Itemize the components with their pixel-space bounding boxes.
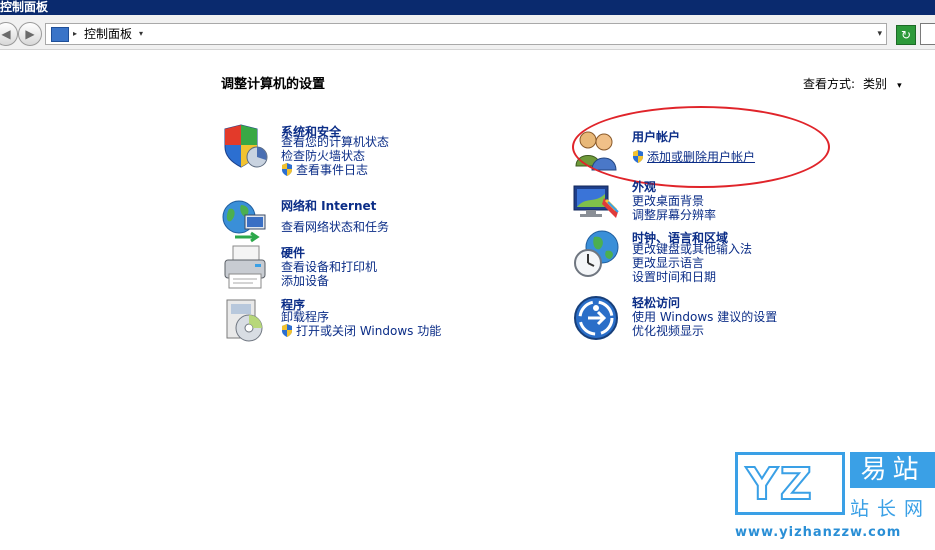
category-appearance: 外观 更改桌面背景 调整屏幕分辨率: [572, 178, 822, 224]
link-add-device[interactable]: 添加设备: [281, 274, 329, 288]
category-title-ease-of-access[interactable]: 轻松访问: [632, 294, 680, 311]
link-view-network-status[interactable]: 查看网络状态和任务: [281, 220, 389, 234]
control-panel-icon: [51, 27, 69, 42]
appearance-icon[interactable]: [572, 178, 620, 226]
link-view-event-logs[interactable]: 查看事件日志: [281, 163, 368, 177]
hardware-printer-icon[interactable]: [221, 244, 269, 292]
link-optimize-visual-display[interactable]: 优化视频显示: [632, 324, 704, 338]
programs-icon[interactable]: [221, 296, 269, 344]
breadcrumb-dropdown-icon[interactable]: ▾: [139, 24, 143, 44]
forward-button[interactable]: ▶: [18, 22, 42, 46]
watermark-cn-top: 易站: [850, 452, 935, 488]
category-title-appearance[interactable]: 外观: [632, 178, 656, 195]
uac-shield-icon: [282, 163, 292, 176]
link-view-event-logs-label: 查看事件日志: [296, 163, 369, 177]
clock-language-icon[interactable]: [572, 229, 620, 277]
view-by-control[interactable]: 查看方式: 类别 ▾: [803, 75, 902, 92]
address-field[interactable]: ▸ 控制面板 ▾ ▾: [45, 23, 887, 45]
category-ease-of-access: 轻松访问 使用 Windows 建议的设置 优化视频显示: [572, 294, 822, 342]
address-bar: ◀ ▶ ▸ 控制面板 ▾ ▾ ↻: [0, 15, 935, 50]
highlight-ellipse-annotation: [572, 106, 830, 188]
link-change-display-language[interactable]: 更改显示语言: [632, 256, 704, 270]
window-title: 控制面板: [0, 0, 49, 14]
back-button[interactable]: ◀: [0, 22, 18, 46]
forward-arrow-icon: ▶: [25, 27, 35, 41]
uac-shield-icon: [282, 324, 292, 337]
link-change-keyboards-input[interactable]: 更改键盘或其他输入法: [632, 242, 752, 256]
category-network-internet: 网络和 Internet 查看网络状态和任务: [221, 197, 471, 243]
category-hardware: 硬件 查看设备和打印机 添加设备: [221, 244, 471, 294]
search-input[interactable]: [920, 23, 935, 45]
breadcrumb-control-panel[interactable]: 控制面板: [84, 24, 132, 44]
link-adjust-screen-resolution[interactable]: 调整屏幕分辨率: [632, 208, 716, 222]
category-title-hardware[interactable]: 硬件: [281, 244, 305, 261]
back-arrow-icon: ◀: [1, 27, 11, 41]
category-title-network-internet[interactable]: 网络和 Internet: [281, 197, 376, 214]
link-windows-features[interactable]: 打开或关闭 Windows 功能: [281, 324, 441, 338]
page-title: 调整计算机的设置: [221, 77, 326, 92]
link-windows-features-label: 打开或关闭 Windows 功能: [296, 324, 442, 338]
view-by-dropdown-icon[interactable]: ▾: [897, 81, 902, 91]
link-check-firewall-status[interactable]: 检查防火墙状态: [281, 149, 365, 163]
link-view-computer-status[interactable]: 查看您的计算机状态: [281, 135, 389, 149]
site-watermark-logo: YZ 易站 站长网 www.yizhanzzw.com: [735, 452, 935, 550]
category-clock-language-region: 时钟、语言和区域 更改键盘或其他输入法 更改显示语言 设置时间和日期: [572, 229, 822, 287]
watermark-cn-bottom: 站长网: [850, 498, 932, 520]
window-title-bar: 控制面板: [0, 0, 935, 15]
link-use-recommended-settings[interactable]: 使用 Windows 建议的设置: [632, 310, 777, 324]
address-history-dropdown-icon[interactable]: ▾: [877, 24, 882, 44]
watermark-letter-box: YZ: [735, 452, 845, 515]
link-uninstall-program[interactable]: 卸载程序: [281, 310, 329, 324]
category-system-security: 系统和安全 查看您的计算机状态 检查防火墙状态 查看事件日志: [221, 123, 471, 179]
view-by-value[interactable]: 类别: [863, 77, 887, 91]
ease-of-access-icon[interactable]: [572, 294, 620, 342]
link-view-devices-printers[interactable]: 查看设备和打印机: [281, 260, 377, 274]
refresh-button[interactable]: ↻: [896, 25, 916, 45]
system-security-icon[interactable]: [221, 123, 269, 171]
watermark-url: www.yizhanzzw.com: [735, 525, 902, 540]
breadcrumb-separator-icon[interactable]: ▸: [73, 24, 77, 44]
link-set-time-date[interactable]: 设置时间和日期: [632, 270, 716, 284]
network-icon[interactable]: [221, 197, 269, 245]
watermark-yz-letters: YZ: [745, 458, 814, 511]
view-by-label: 查看方式:: [803, 77, 856, 91]
refresh-icon: ↻: [900, 28, 912, 42]
link-change-desktop-background[interactable]: 更改桌面背景: [632, 194, 704, 208]
category-programs: 程序 卸载程序 打开或关闭 Windows 功能: [221, 296, 471, 350]
